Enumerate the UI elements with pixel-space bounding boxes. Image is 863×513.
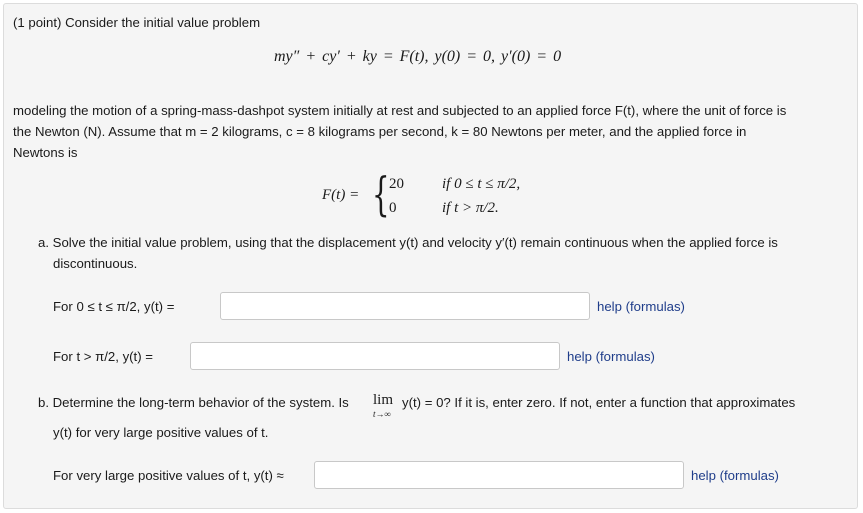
part-b-text-2: y(t) for very large positive values of t… — [53, 425, 269, 440]
case-2-condition: if t > π/2. — [442, 200, 499, 216]
part-b-text-1-after: y(t) = 0? If it is, enter zero. If not, … — [402, 395, 796, 410]
ode-equation: my″ + cy′ + ky = F(t), y(0) = 0, y′(0) =… — [274, 48, 562, 65]
limit-subscript: t→∞ — [373, 409, 391, 419]
intro-text: Consider the initial value problem — [65, 15, 261, 30]
help-link-1[interactable]: help (formulas) — [597, 299, 685, 314]
description-line-3: Newtons is — [13, 145, 78, 160]
answer-2-label: For t > π/2, y(t) = — [53, 349, 153, 364]
answer-1-label: For 0 ≤ t ≤ π/2, y(t) = — [53, 299, 175, 314]
part-b-text-1-before: b. Determine the long-term behavior of t… — [38, 395, 349, 410]
part-a-text-1: a. Solve the initial value problem, usin… — [38, 235, 778, 250]
description-line-1: modeling the motion of a spring-mass-das… — [13, 103, 787, 118]
help-link-2[interactable]: help (formulas) — [567, 349, 655, 364]
problem-header: (1 point) Consider the initial value pro… — [13, 15, 260, 30]
part-a-text-2: discontinuous. — [53, 256, 138, 271]
answer-3-input[interactable] — [314, 461, 684, 489]
problem-panel: (1 point) Consider the initial value pro… — [3, 3, 858, 509]
case-1-value: 20 — [389, 176, 404, 192]
answer-2-input[interactable] — [190, 342, 560, 370]
description-line-2: the Newton (N). Assume that m = 2 kilogr… — [13, 124, 747, 139]
answer-3-label: For very large positive values of t, y(t… — [53, 468, 284, 483]
help-link-3[interactable]: help (formulas) — [691, 468, 779, 483]
piecewise-lhs: F(t) = — [322, 187, 360, 203]
case-2-value: 0 — [389, 200, 397, 216]
answer-1-input[interactable] — [220, 292, 590, 320]
limit-operator: lim — [373, 392, 394, 408]
left-brace: { — [372, 167, 390, 221]
points-label: (1 point) — [13, 15, 62, 30]
case-1-condition: if 0 ≤ t ≤ π/2, — [442, 176, 521, 192]
